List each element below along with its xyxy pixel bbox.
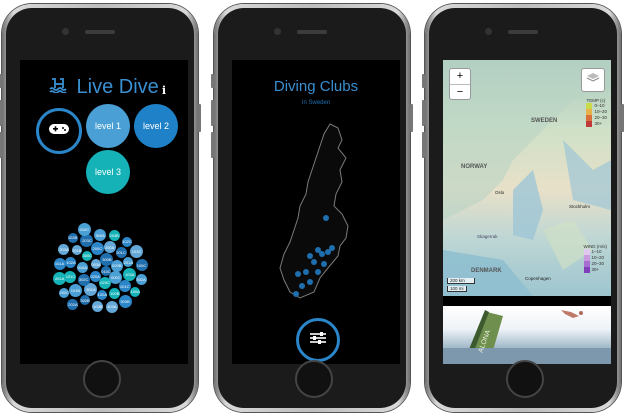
dive-site-bubble[interactable]: 103B: [92, 300, 104, 312]
dive-site-bubble[interactable]: 103C: [130, 245, 144, 259]
swimmer-icon: [49, 77, 72, 98]
dive-site-bubble[interactable]: 302C: [77, 273, 90, 286]
phone-frame-2: Diving Clubs In Sweden: [211, 4, 413, 412]
dive-site-bubble[interactable]: 201C: [115, 246, 127, 258]
sweden-map: [279, 123, 349, 299]
dive-site-bubble[interactable]: 101C: [118, 280, 131, 293]
dive-site-bubble[interactable]: 302B: [80, 295, 91, 306]
home-button[interactable]: [295, 360, 333, 398]
zoom-in-button[interactable]: +: [450, 69, 470, 85]
layers-icon: [586, 71, 600, 89]
dive-site-bubble[interactable]: 010C: [77, 222, 91, 236]
dive-site-bubble[interactable]: 101C: [64, 270, 77, 283]
scale-km: 200 km: [447, 278, 475, 284]
gamepad-icon: [48, 122, 70, 141]
club-marker: [311, 259, 317, 265]
dive-site-bubble[interactable]: 203B: [108, 230, 120, 242]
zoom-control: + −: [449, 68, 471, 100]
dive-site-bubble[interactable]: 102B: [67, 232, 78, 243]
dive-site-bubble[interactable]: 103A: [105, 300, 118, 313]
scale-mi: 100 mi: [447, 286, 467, 292]
dive-site-bubble[interactable]: 201A: [53, 272, 67, 286]
speaker: [85, 30, 115, 34]
zoom-out-button[interactable]: −: [450, 85, 470, 100]
filter-button[interactable]: [296, 318, 340, 362]
club-marker: [307, 279, 313, 285]
speaker: [297, 30, 327, 34]
dive-site-bubble[interactable]: 101A: [53, 257, 66, 270]
home-button[interactable]: [506, 360, 544, 398]
page-title: Diving Clubs: [273, 78, 359, 95]
dive-site-bubble[interactable]: 020B: [110, 259, 123, 272]
dive-site-bubble[interactable]: 200A: [103, 241, 116, 254]
dive-site-bubble[interactable]: 020A: [89, 270, 101, 282]
sea-label: Skagerrak: [477, 234, 498, 239]
dive-site-bubble[interactable]: 010A: [76, 261, 88, 273]
wind-legend: WIND (m/s) 1–10 10–20 20–30 30+: [583, 244, 607, 273]
dive-site-bubble[interactable]: 100C: [135, 259, 148, 272]
club-marker: [321, 261, 327, 267]
dive-site-bubble[interactable]: 100A: [130, 286, 141, 297]
dive-site-bubble[interactable]: 203A: [58, 244, 70, 256]
dive-site-bubble[interactable]: 202A: [67, 298, 79, 310]
club-marker: [299, 283, 305, 289]
diving-clubs-screen: Diving Clubs In Sweden: [232, 60, 400, 364]
dive-site-bubble[interactable]: 300C: [82, 250, 93, 261]
phone-frame-1: Live Dive i level 1 level 2 level 3 010C…: [0, 4, 201, 412]
speaker: [508, 30, 538, 34]
city-label: Stockholm: [569, 204, 591, 209]
dive-site-bubble[interactable]: 100A: [97, 289, 108, 300]
dive-site-bubble[interactable]: 202C: [59, 287, 70, 298]
club-marker: [315, 269, 321, 275]
controller-button[interactable]: [36, 108, 82, 154]
club-marker: [307, 253, 313, 259]
dive-site-bubble[interactable]: 020C: [99, 276, 112, 289]
app-title: Live Dive: [76, 76, 159, 98]
club-marker: [319, 251, 325, 257]
sliders-icon: [309, 331, 327, 350]
dive-site-bubble-cluster: 010C 000C 020C 020A 003A 300B 020B 100B 100A 301A…: [50, 214, 162, 329]
page-subtitle: In Sweden: [301, 100, 331, 106]
level-3-button[interactable]: level 3: [86, 150, 130, 194]
club-marker: [293, 291, 299, 297]
country-label: DENMARK: [471, 268, 502, 274]
city-label: Oslo: [495, 190, 505, 195]
city-label: Copenhagen: [525, 276, 551, 281]
country-label: SWEDEN: [531, 118, 558, 124]
layers-button[interactable]: [581, 68, 605, 92]
dive-site-bubble[interactable]: 201A: [123, 257, 134, 268]
level-2-button[interactable]: level 2: [134, 104, 178, 148]
club-marker: [303, 269, 309, 275]
dive-site-bubble[interactable]: 101B: [68, 283, 82, 297]
dive-site-bubble[interactable]: 302A: [135, 273, 147, 285]
dive-site-bubble[interactable]: 102C: [121, 236, 132, 247]
dive-photo: ALONA: [443, 306, 611, 364]
dive-site-bubble[interactable]: 201B: [71, 245, 82, 256]
club-marker: [329, 245, 335, 251]
weather-map[interactable]: + − TEMP (c) 0–10 10–20 20–30 30+ NORWAY…: [443, 60, 611, 296]
dive-site-bubble[interactable]: 300A: [94, 229, 107, 242]
club-marker: [295, 271, 301, 277]
dive-site-bubble[interactable]: 102A: [65, 257, 77, 269]
temp-legend: TEMP (c) 0–10 10–20 20–30 30+: [586, 98, 607, 127]
club-marker: [323, 215, 329, 221]
country-label: NORWAY: [461, 164, 488, 170]
live-dive-screen: Live Dive i level 1 level 2 level 3 010C…: [20, 60, 188, 364]
dive-site-bubble[interactable]: 100B: [109, 287, 121, 299]
dive-site-bubble[interactable]: 300B: [118, 295, 132, 309]
home-button[interactable]: [83, 360, 121, 398]
level-1-button[interactable]: level 1: [86, 104, 130, 148]
dive-site-bubble[interactable]: 200C: [90, 242, 104, 256]
phone-frame-3: + − TEMP (c) 0–10 10–20 20–30 30+ NORWAY…: [422, 4, 624, 412]
info-icon[interactable]: i: [162, 84, 166, 97]
weather-map-screen: + − TEMP (c) 0–10 10–20 20–30 30+ NORWAY…: [443, 60, 611, 364]
